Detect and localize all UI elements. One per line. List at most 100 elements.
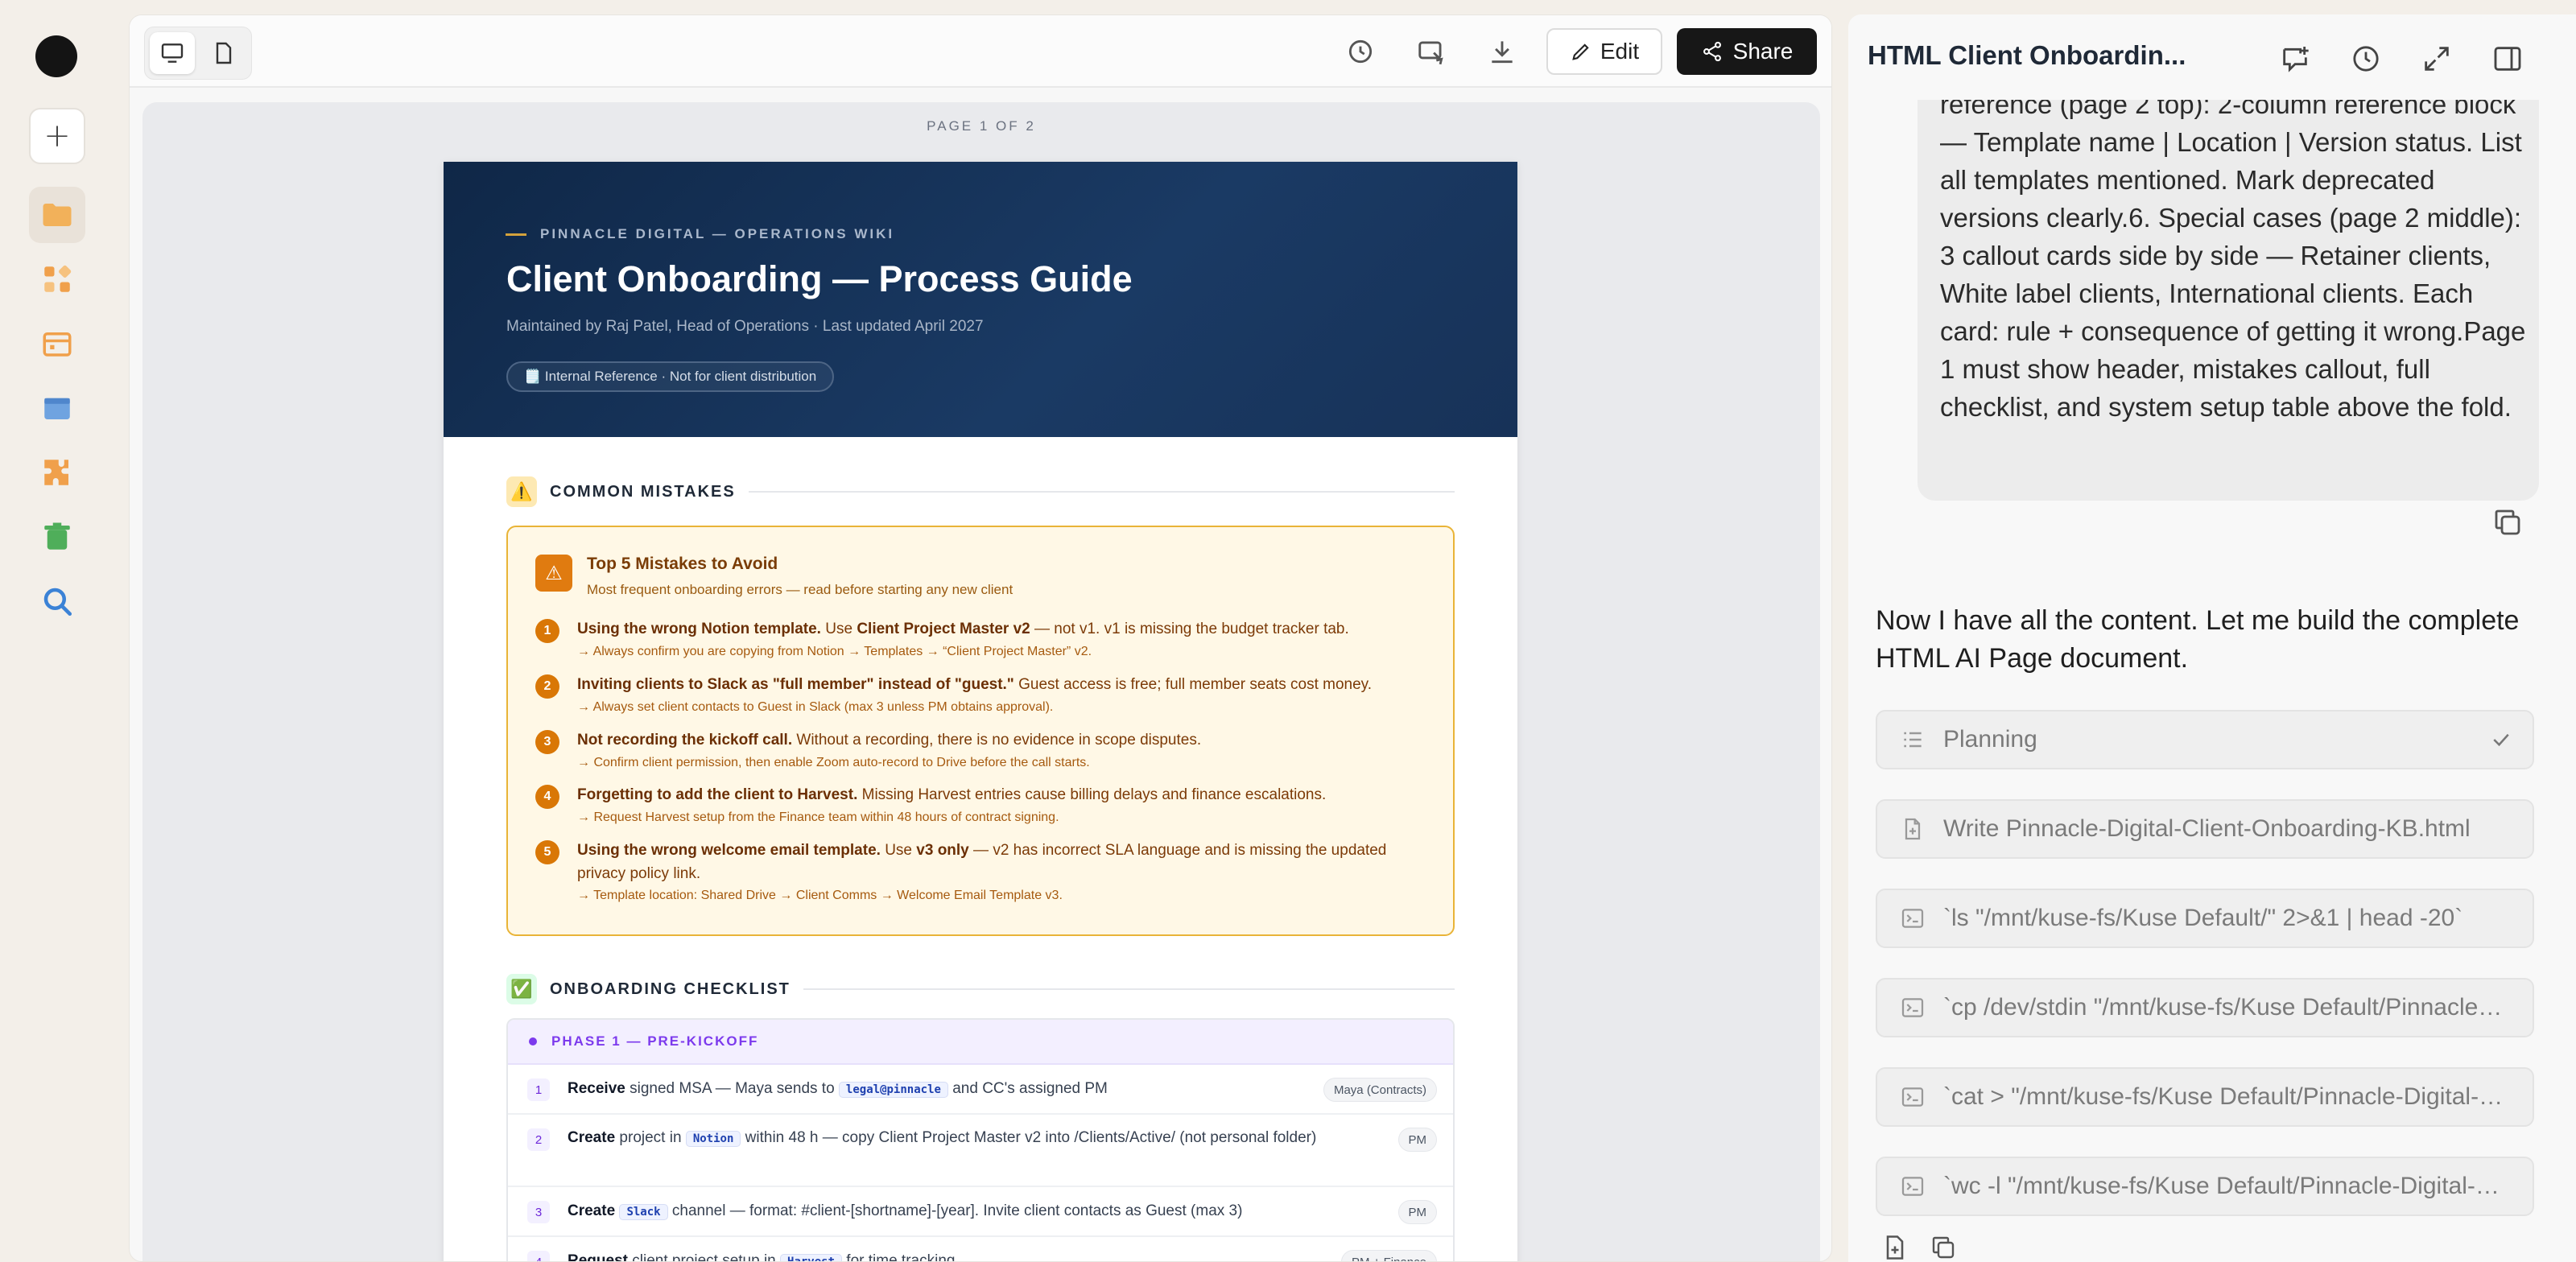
tool-step-write[interactable]: Write Pinnacle-Digital-Client-Onboarding… (1876, 799, 2534, 859)
checklist-row[interactable]: 3 Create Slack channel — format: #client… (508, 1187, 1453, 1237)
tool-step-command[interactable]: `ls "/mnt/kuse-fs/Kuse Default/" 2>&1 | … (1876, 889, 2534, 948)
mistake-text: Not recording the kickoff call. Without … (577, 732, 1202, 749)
trash-icon[interactable] (29, 509, 85, 565)
check-icon: ✅ (506, 974, 537, 1004)
mistake-number: 4 (535, 785, 559, 809)
page-view-icon[interactable] (201, 32, 246, 74)
mistake-tip: → Template location: Shared Drive → Clie… (577, 889, 1063, 902)
mistakes-section-header: ⚠️ COMMON MISTAKES (506, 476, 1455, 508)
mistake-tip: → Always set client contacts to Guest in… (577, 700, 1054, 714)
edit-button[interactable]: Edit (1546, 28, 1662, 75)
step-label: `cat > "/mnt/kuse-fs/Kuse Default/Pinnac… (1943, 1083, 2507, 1110)
mistake-text: Using the wrong Notion template. Use Cli… (577, 621, 1349, 637)
tool-step-command[interactable]: `cp /dev/stdin "/mnt/kuse-fs/Kuse Defaul… (1876, 978, 2534, 1037)
step-number: 2 (527, 1128, 550, 1151)
tool-step-command[interactable]: `cat > "/mnt/kuse-fs/Kuse Default/Pinnac… (1876, 1067, 2534, 1127)
terminal-icon (1901, 909, 1924, 928)
document-panel: Edit Share PAGE 1 OF 2 PINNACLE DIGITAL … (129, 14, 1832, 1262)
history-icon[interactable] (2346, 39, 2386, 79)
step-number: 3 (527, 1201, 550, 1223)
document-canvas[interactable]: PAGE 1 OF 2 PINNACLE DIGITAL — OPERATION… (142, 102, 1820, 1261)
share-icon (1703, 41, 1721, 62)
folder-icon[interactable] (29, 187, 85, 243)
file-add-icon[interactable] (1880, 1233, 1909, 1262)
mistakes-callout: ⚠ Top 5 Mistakes to Avoid Most frequent … (506, 526, 1455, 936)
mistake-number: 2 (535, 674, 559, 699)
chat-title[interactable]: HTML Client Onboardin... (1868, 40, 2186, 71)
checklist-section-header: ✅ ONBOARDING CHECKLIST (506, 973, 1455, 1005)
document-eyebrow: PINNACLE DIGITAL — OPERATIONS WIKI (505, 226, 894, 242)
mistake-text: Inviting clients to Slack as "full membe… (577, 676, 1373, 693)
view-toggle (144, 27, 252, 80)
new-comment-icon[interactable] (2275, 39, 2315, 79)
callout-title: Top 5 Mistakes to Avoid (587, 555, 778, 573)
sidebar-toggle-icon[interactable] (2487, 39, 2528, 79)
callout-subtitle: Most frequent onboarding errors — read b… (587, 582, 1013, 597)
copy-icon[interactable] (1929, 1233, 1958, 1262)
onboarding-checklist: PHASE 1 — PRE-KICKOFF 1 Receive signed M… (506, 1018, 1455, 1261)
phase-header: PHASE 1 — PRE-KICKOFF (508, 1020, 1453, 1065)
warning-icon: ⚠️ (506, 476, 537, 507)
list-icon (1904, 732, 1922, 748)
checkmark-icon (2493, 733, 2509, 747)
step-text: Create Slack channel — format: #client-[… (568, 1202, 1243, 1220)
assistant-reply: Now I have all the content. Let me build… (1876, 605, 2520, 674)
plugin-icon[interactable] (29, 444, 85, 501)
chat-sidebar: reference (page 2 top): 2-column referen… (1848, 14, 2576, 1262)
app-rail: + (0, 0, 114, 1262)
calendar-icon[interactable] (29, 316, 85, 372)
pencil-icon (1572, 43, 1589, 60)
step-text: Create project in Notion within 48 h — c… (568, 1129, 1317, 1147)
step-label: `ls "/mnt/kuse-fs/Kuse Default/" 2>&1 | … (1943, 905, 2463, 931)
terminal-icon (1901, 998, 1924, 1017)
section-title: COMMON MISTAKES (550, 482, 736, 501)
terminal-icon (1901, 1087, 1924, 1107)
step-label: `wc -l "/mnt/kuse-fs/Kuse Default/Pinnac… (1943, 1173, 2507, 1199)
mistake-number: 5 (535, 840, 559, 864)
search-icon[interactable] (29, 573, 85, 629)
step-text: Request client project setup in Harvest … (568, 1249, 1356, 1261)
tool-step-command[interactable]: `wc -l "/mnt/kuse-fs/Kuse Default/Pinnac… (1876, 1157, 2534, 1216)
app-logo[interactable] (35, 35, 77, 77)
document-header: PINNACLE DIGITAL — OPERATIONS WIKI Clien… (444, 162, 1517, 437)
window-icon[interactable] (29, 380, 85, 436)
apps-icon[interactable] (29, 251, 85, 307)
annotate-icon[interactable] (1413, 33, 1450, 70)
step-label: Planning (1943, 726, 2037, 753)
edit-label: Edit (1600, 39, 1640, 64)
document-meta: Maintained by Raj Patel, Head of Operati… (506, 318, 984, 335)
sidebar-header: HTML Client Onboardin... (1848, 14, 2576, 100)
checklist-row[interactable]: 2 Create project in Notion within 48 h —… (508, 1115, 1453, 1187)
document-title: Client Onboarding — Process Guide (506, 258, 1133, 299)
mistake-tip: → Confirm client permission, then enable… (577, 756, 1090, 769)
step-text: Receive signed MSA — Maya sends to legal… (568, 1080, 1108, 1098)
step-number: 1 (527, 1078, 550, 1101)
mistake-text: Forgetting to add the client to Harvest.… (577, 786, 1327, 803)
owner-tag: PM (1397, 1200, 1437, 1224)
mistake-text: Using the wrong welcome email template. … (577, 842, 1387, 882)
download-icon[interactable] (1484, 33, 1521, 70)
new-item-button[interactable]: + (29, 108, 85, 164)
owner-tag: Maya (Contracts) (1323, 1078, 1437, 1102)
mistake-tip: → Request Harvest setup from the Finance… (577, 810, 1059, 824)
owner-tag: PM + Finance (1341, 1250, 1437, 1261)
page-indicator: PAGE 1 OF 2 (927, 118, 1036, 134)
mistake-number: 3 (535, 730, 559, 754)
document-page: PINNACLE DIGITAL — OPERATIONS WIKI Clien… (444, 162, 1517, 1261)
share-label: Share (1732, 39, 1794, 64)
desktop-view-icon[interactable] (150, 32, 195, 74)
step-number: 4 (527, 1251, 550, 1261)
history-icon[interactable] (1342, 33, 1379, 70)
warning-icon: ⚠ (535, 555, 572, 592)
tool-step-planning[interactable]: Planning (1876, 710, 2534, 769)
mistake-number: 1 (535, 619, 559, 643)
section-divider (803, 988, 1455, 990)
expand-icon[interactable] (2417, 39, 2457, 79)
mistake-tip: → Always confirm you are copying from No… (577, 645, 1092, 658)
step-label: `cp /dev/stdin "/mnt/kuse-fs/Kuse Defaul… (1943, 994, 2507, 1021)
section-divider (748, 491, 1455, 493)
checklist-row[interactable]: 4 Request client project setup in Harves… (508, 1237, 1453, 1261)
share-button[interactable]: Share (1677, 28, 1817, 75)
copy-icon[interactable] (2491, 505, 2524, 539)
checklist-row[interactable]: 1 Receive signed MSA — Maya sends to leg… (508, 1065, 1453, 1115)
